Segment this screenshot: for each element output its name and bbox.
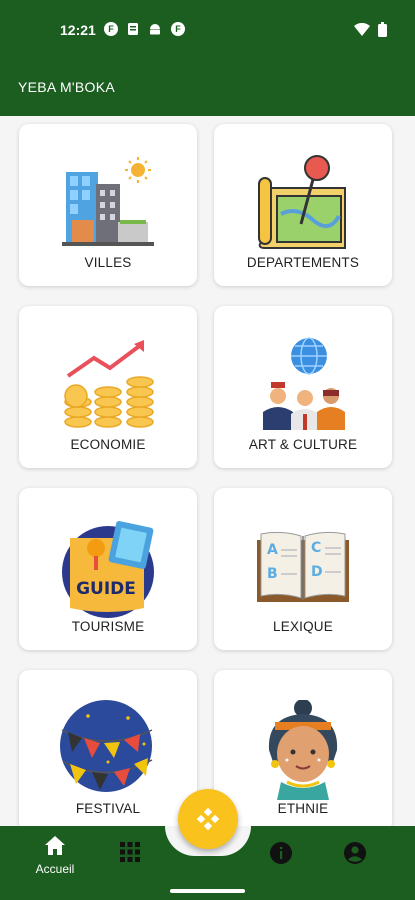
menu-card-festival[interactable]: FESTIVAL xyxy=(19,670,197,826)
menu-card-label: ART & CULTURE xyxy=(248,437,358,452)
map-pin-icon xyxy=(258,155,346,249)
nav-info-tab[interactable] xyxy=(270,842,292,869)
menu-card-label: DEPARTEMENTS xyxy=(246,255,360,270)
coins-growth-icon xyxy=(64,340,154,428)
menu-card-tourisme[interactable]: GUIDE TOURISME xyxy=(19,488,197,650)
menu-card-departements[interactable]: DEPARTEMENTS xyxy=(214,124,392,286)
menu-card-art-culture[interactable]: ART & CULTURE xyxy=(214,306,392,468)
gesture-bar[interactable] xyxy=(170,889,245,893)
gamepad-icon xyxy=(196,807,220,831)
svg-text:D: D xyxy=(311,564,323,580)
svg-text:A: A xyxy=(267,542,278,558)
nav-grid-tab[interactable] xyxy=(120,842,140,867)
guide-book-icon: GUIDE xyxy=(62,521,154,618)
home-icon xyxy=(45,836,65,855)
menu-card-label: FESTIVAL xyxy=(75,801,141,816)
app-title: YEBA M'BOKA xyxy=(18,79,116,95)
status-bar: 12:21 F F xyxy=(0,0,415,60)
menu-card-label: ECONOMIE xyxy=(70,437,146,452)
svg-text:B: B xyxy=(267,566,278,582)
app-bar: YEBA M'BOKA xyxy=(0,60,415,116)
wifi-icon xyxy=(354,22,370,41)
nav-home-tab[interactable]: Accueil xyxy=(32,836,78,876)
city-buildings-icon xyxy=(62,157,154,246)
f-circle-icon: F xyxy=(104,22,118,36)
menu-card-ethnie[interactable]: ETHNIE xyxy=(214,670,392,826)
fab-button[interactable] xyxy=(178,789,238,849)
menu-card-lexique[interactable]: A C B D LEXIQUE xyxy=(214,488,392,650)
menu-card-label: LEXIQUE xyxy=(273,619,333,634)
menu-card-label: TOURISME xyxy=(71,619,145,634)
account-icon xyxy=(344,842,366,864)
svg-text:GUIDE: GUIDE xyxy=(76,579,136,599)
abc-book-icon: A C B D xyxy=(257,531,349,602)
nav-account-tab[interactable] xyxy=(344,842,366,869)
menu-card-economie[interactable]: ECONOMIE xyxy=(19,306,197,468)
menu-card-label: VILLES xyxy=(84,255,132,270)
info-icon xyxy=(270,842,292,864)
menu-grid: VILLES DEPARTEMENTS ECONOMIE ART & CULTU… xyxy=(19,124,392,826)
grid-icon xyxy=(120,842,140,862)
status-time: 12:21 xyxy=(60,22,96,38)
menu-card-villes[interactable]: VILLES xyxy=(19,124,197,286)
ethnic-woman-icon xyxy=(268,700,338,800)
battery-icon xyxy=(378,22,387,42)
menu-grid-container[interactable]: VILLES DEPARTEMENTS ECONOMIE ART & CULTU… xyxy=(0,116,415,826)
menu-card-label: ETHNIE xyxy=(277,801,329,816)
svg-text:C: C xyxy=(311,540,321,556)
nav-home-label: Accueil xyxy=(35,862,75,876)
document-icon xyxy=(127,22,139,41)
f-circle-icon: F xyxy=(171,22,185,36)
android-icon xyxy=(148,22,162,41)
people-globe-icon xyxy=(263,337,345,430)
festival-icon xyxy=(60,700,153,792)
